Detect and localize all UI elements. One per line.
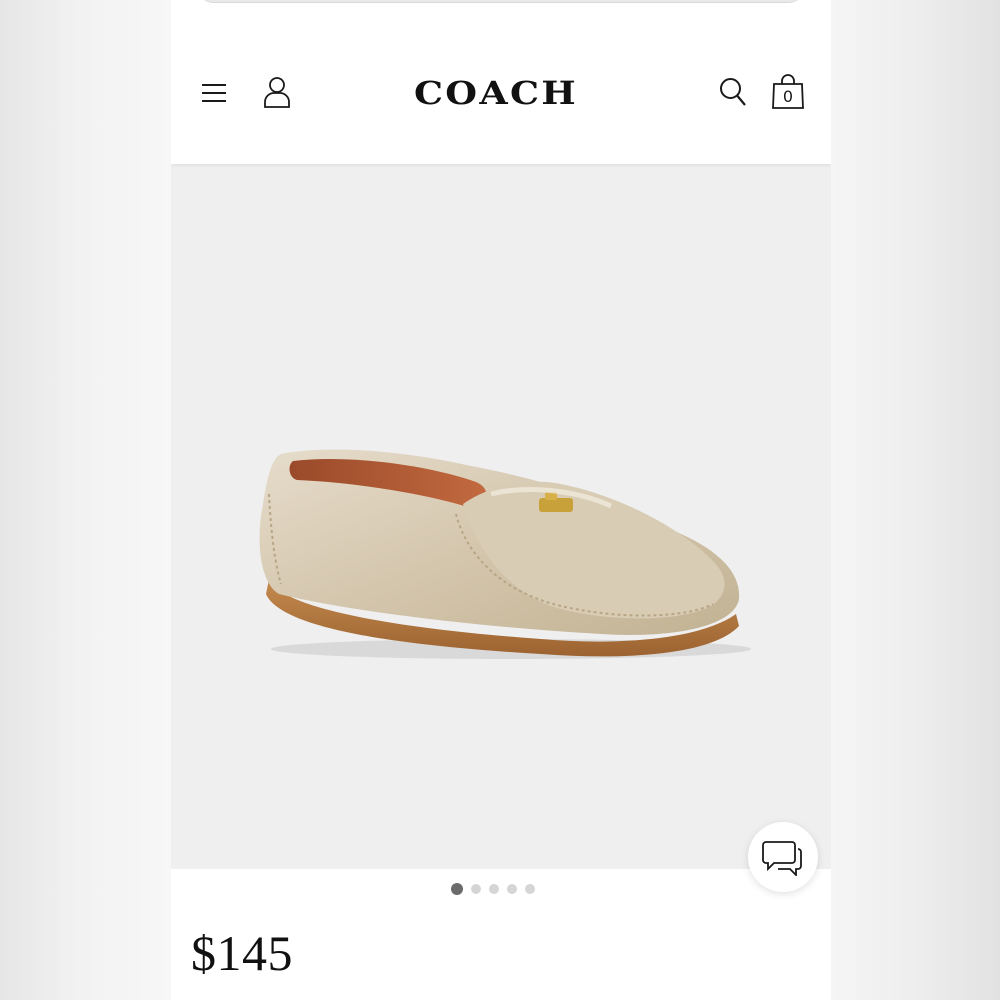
site-header: COACH 0 bbox=[171, 22, 831, 164]
hamburger-menu-icon[interactable] bbox=[201, 82, 227, 104]
pagination-dot-3[interactable] bbox=[489, 884, 499, 894]
search-icon[interactable] bbox=[719, 77, 747, 107]
shopping-bag-icon[interactable]: 0 bbox=[771, 74, 805, 110]
chat-button[interactable] bbox=[748, 822, 818, 892]
pagination-dot-1[interactable] bbox=[451, 883, 463, 895]
pagination-dot-2[interactable] bbox=[471, 884, 481, 894]
gallery-pagination bbox=[451, 882, 551, 896]
top-bar bbox=[171, 0, 831, 23]
cart-count: 0 bbox=[782, 87, 794, 106]
product-image[interactable] bbox=[241, 434, 751, 664]
brand-logo[interactable]: COACH bbox=[331, 71, 662, 115]
pagination-dot-4[interactable] bbox=[507, 884, 517, 894]
mobile-page: COACH 0 $145 bbox=[171, 0, 831, 1000]
product-price: $145 bbox=[191, 925, 293, 981]
address-bar-edge[interactable] bbox=[199, 0, 803, 3]
user-account-icon[interactable] bbox=[263, 76, 291, 108]
chat-bubbles-icon bbox=[762, 841, 802, 876]
pagination-dot-5[interactable] bbox=[525, 884, 535, 894]
product-image-gallery[interactable] bbox=[171, 164, 831, 869]
